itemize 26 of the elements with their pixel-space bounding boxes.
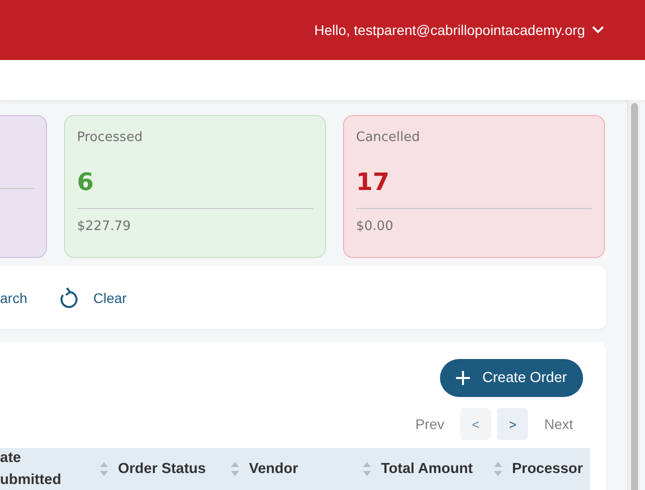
column-header[interactable]: Processor [512, 458, 583, 480]
create-order-button[interactable]: Create Order [440, 359, 583, 397]
card-amount: $227.79 [77, 219, 132, 234]
scrollbar[interactable] [627, 100, 640, 490]
card-label: Processed [77, 130, 144, 147]
chevron-down-icon [592, 26, 604, 34]
card-count: 6 [77, 168, 95, 198]
column-header[interactable]: Total Amount [381, 458, 473, 480]
card-label: Cancelled [356, 130, 421, 147]
column-header[interactable]: Vendor [249, 458, 298, 480]
sort-icon[interactable] [494, 462, 502, 476]
column-header[interactable]: ate ubmitted [0, 448, 62, 490]
column-header[interactable]: Order Status [118, 458, 206, 480]
user-menu[interactable]: Hello, testparent@cabrillopointacademy.org [314, 22, 604, 38]
next-button[interactable]: > [497, 408, 528, 440]
card-count: 17 [356, 168, 390, 198]
prev-label: Prev [415, 416, 444, 432]
clear-link[interactable]: Clear [93, 290, 127, 306]
sort-icon[interactable] [231, 462, 239, 476]
search-link[interactable]: arch [0, 290, 28, 306]
sort-icon[interactable] [363, 462, 371, 476]
card-amount: $0.00 [356, 219, 394, 234]
plus-icon [456, 371, 470, 385]
sort-icon[interactable] [100, 462, 108, 476]
reset-icon [59, 286, 80, 308]
next-label: Next [544, 416, 573, 432]
